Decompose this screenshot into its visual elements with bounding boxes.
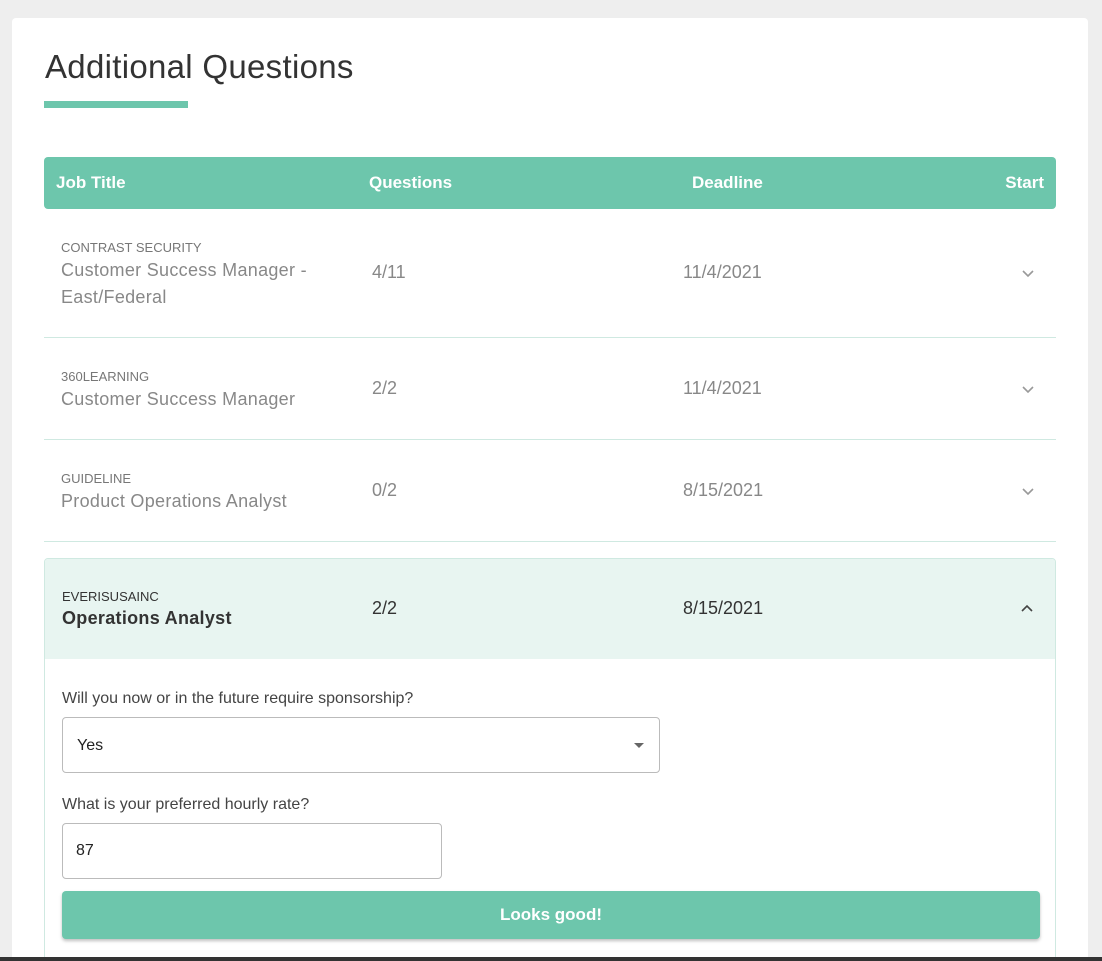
row-deadline: 8/15/2021 [683,598,764,618]
header-deadline: Deadline [692,173,763,192]
table-header: Job Title Questions Deadline Start [44,157,1056,209]
row-questions: 2/2 [372,378,398,398]
row-questions: 0/2 [372,480,398,500]
row-company: CONTRAST SECURITY [61,240,202,255]
chevron-up-icon[interactable] [1019,601,1035,617]
row-questions: 2/2 [372,598,398,618]
sponsorship-select-value: Yes [77,737,104,754]
row-job-title: Product Operations Analyst [61,491,287,511]
row-deadline: 11/4/2021 [683,378,762,398]
hourly-rate-question-label: What is your preferred hourly rate? [62,796,310,813]
table-row[interactable]: CONTRAST SECURITY Customer Success Manag… [44,209,1056,338]
page-title: Additional Questions [45,48,354,85]
title-underline [44,101,188,108]
sponsorship-question-label: Will you now or in the future require sp… [62,690,414,707]
row-questions: 4/11 [372,262,406,282]
row-company: 360LEARNING [61,369,150,384]
table-row[interactable]: EVERISUSAINC Operations Analyst 2/2 8/15… [45,559,1055,659]
row-company: EVERISUSAINC [62,589,159,604]
table-row[interactable]: 360LEARNING Customer Success Manager 2/2… [44,338,1056,440]
questions-card: Additional Questions Job Title Questions… [12,18,1088,961]
chevron-down-icon[interactable] [1020,483,1036,499]
chevron-down-icon[interactable] [1020,381,1036,397]
expanded-row: EVERISUSAINC Operations Analyst 2/2 8/15… [44,558,1056,961]
chevron-down-icon[interactable] [1020,265,1036,281]
caret-down-icon [634,743,644,748]
row-job-title: Operations Analyst [62,608,232,628]
sponsorship-select[interactable]: Yes [62,717,660,773]
looks-good-button[interactable]: Looks good! [62,891,1040,939]
row-company: GUIDELINE [61,471,132,486]
header-job-title: Job Title [56,173,126,192]
window-bottom-edge [0,957,1102,961]
row-deadline: 11/4/2021 [683,262,762,282]
row-deadline: 8/15/2021 [683,480,764,500]
header-start: Start [1005,173,1044,192]
row-job-title: Customer Success Manager [61,389,296,409]
table-row[interactable]: GUIDELINE Product Operations Analyst 0/2… [44,440,1056,542]
header-questions: Questions [369,173,453,192]
row-job-title: Customer Success Manager - East/Federal [61,260,307,307]
hourly-rate-input[interactable] [62,823,442,879]
